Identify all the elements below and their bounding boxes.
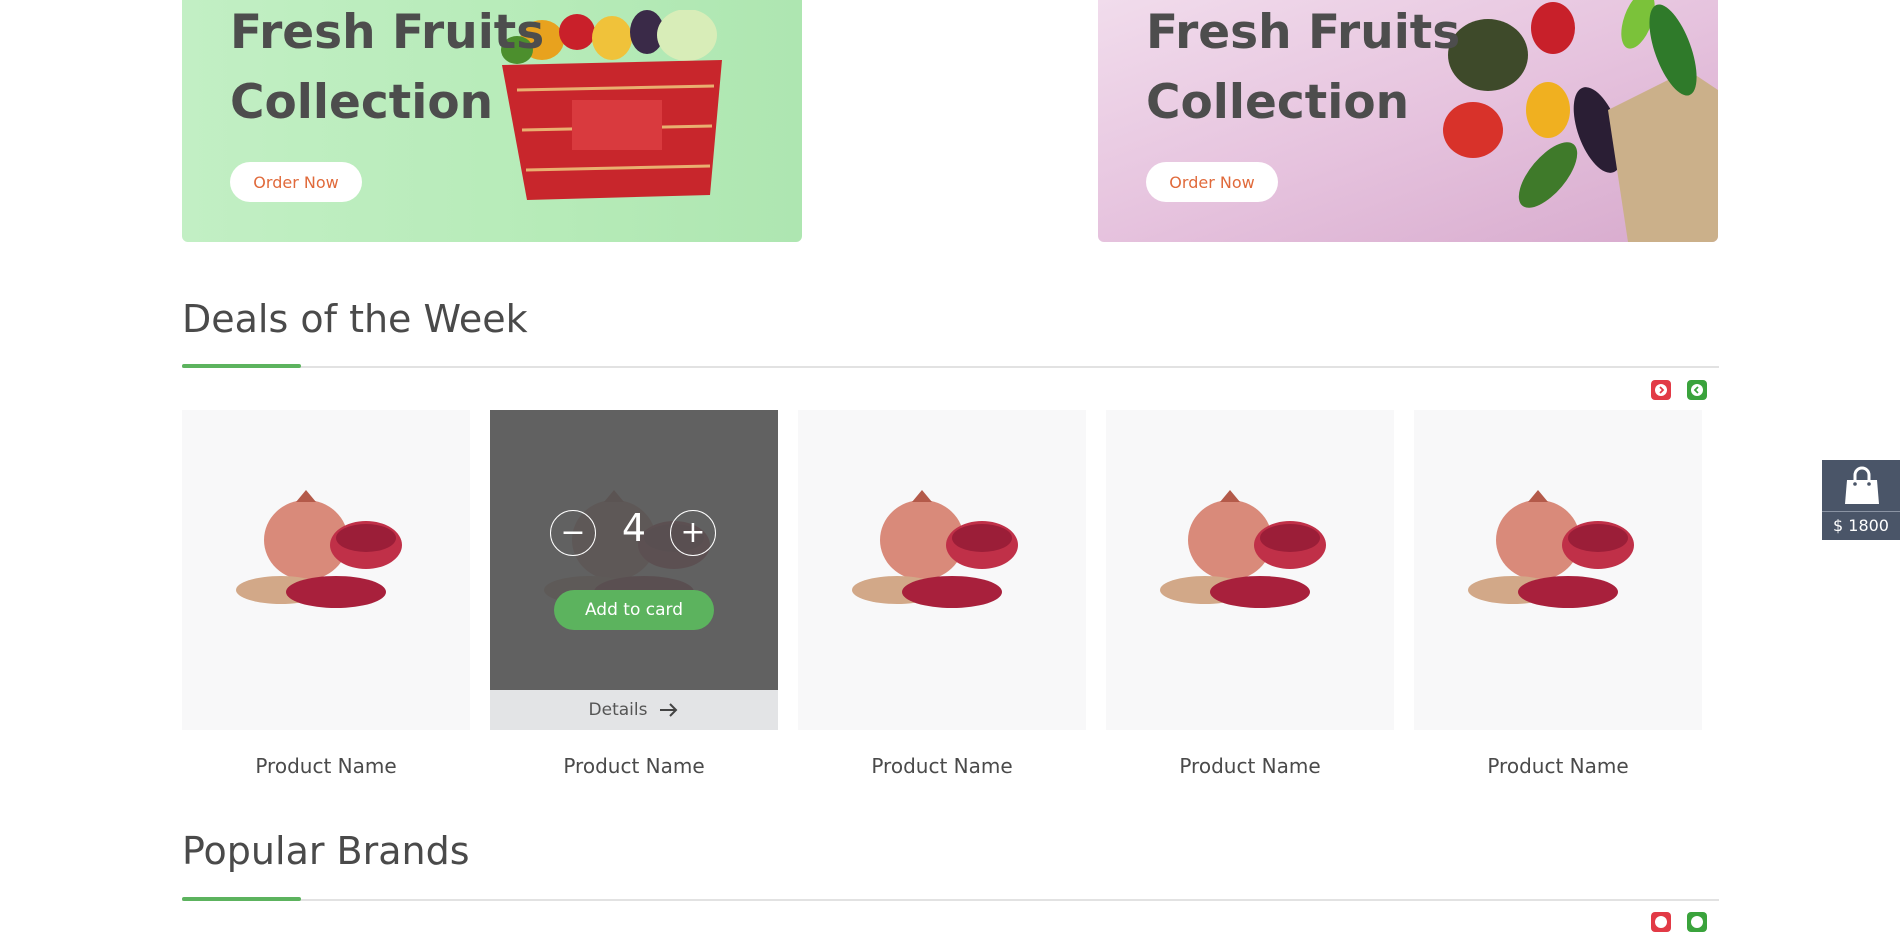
product-card[interactable] xyxy=(798,410,1086,730)
quantity-value: 4 xyxy=(621,506,647,550)
product-name[interactable]: Product Name xyxy=(490,754,778,778)
quantity-decrease-button[interactable]: − xyxy=(550,510,596,556)
pomegranate-image xyxy=(1160,490,1326,608)
section-divider xyxy=(182,364,1719,368)
section-accent-bar xyxy=(182,897,301,901)
add-to-cart-button[interactable]: Add to card xyxy=(554,590,714,630)
brands-section-title: Popular Brands xyxy=(182,829,470,873)
pomegranate-image xyxy=(236,490,402,608)
details-label: Details xyxy=(588,700,648,720)
chevron-left-icon xyxy=(1655,384,1667,396)
shopping-bag-icon xyxy=(1845,466,1879,504)
product-name[interactable]: Product Name xyxy=(1106,754,1394,778)
product-image xyxy=(1106,410,1394,690)
product-card[interactable] xyxy=(182,410,470,730)
section-divider xyxy=(182,897,1719,901)
deals-section-title: Deals of the Week xyxy=(182,297,528,341)
carousel-prev-button[interactable] xyxy=(1651,380,1671,400)
cart-total: $ 1800 xyxy=(1833,516,1889,535)
vegetables-image xyxy=(1443,0,1718,242)
pomegranate-image xyxy=(852,490,1018,608)
chevron-right-icon xyxy=(1691,384,1703,396)
carousel-prev-button[interactable] xyxy=(1651,912,1671,932)
promo-banner-fruits: Fresh Fruits Collection Order Now xyxy=(182,0,802,242)
product-card[interactable] xyxy=(1106,410,1394,730)
product-image xyxy=(798,410,1086,690)
details-link[interactable]: Details xyxy=(490,690,778,730)
product-name[interactable]: Product Name xyxy=(798,754,1086,778)
cart-divider xyxy=(1822,511,1900,512)
order-now-button[interactable]: Order Now xyxy=(1146,162,1278,202)
product-image xyxy=(182,410,470,690)
banner-title: Fresh Fruits Collection xyxy=(1146,5,1461,130)
product-name[interactable]: Product Name xyxy=(1414,754,1702,778)
quantity-increase-button[interactable]: + xyxy=(670,510,716,556)
product-card-hovered[interactable]: − 4 + Add to card Details xyxy=(490,410,778,730)
carousel-next-button[interactable] xyxy=(1687,380,1707,400)
order-now-button[interactable]: Order Now xyxy=(230,162,362,202)
product-image xyxy=(1414,410,1702,690)
pomegranate-image xyxy=(1468,490,1634,608)
product-hover-overlay: − 4 + Add to card xyxy=(490,410,778,690)
arrow-right-icon xyxy=(660,703,678,717)
product-card[interactable] xyxy=(1414,410,1702,730)
product-name[interactable]: Product Name xyxy=(182,754,470,778)
section-accent-bar xyxy=(182,364,301,368)
banner-title: Fresh Fruits Collection xyxy=(230,5,545,130)
carousel-next-button[interactable] xyxy=(1687,912,1707,932)
promo-banner-vegetables: Fresh Fruits Collection Order Now xyxy=(1098,0,1718,242)
floating-cart[interactable]: $ 1800 xyxy=(1822,460,1900,540)
